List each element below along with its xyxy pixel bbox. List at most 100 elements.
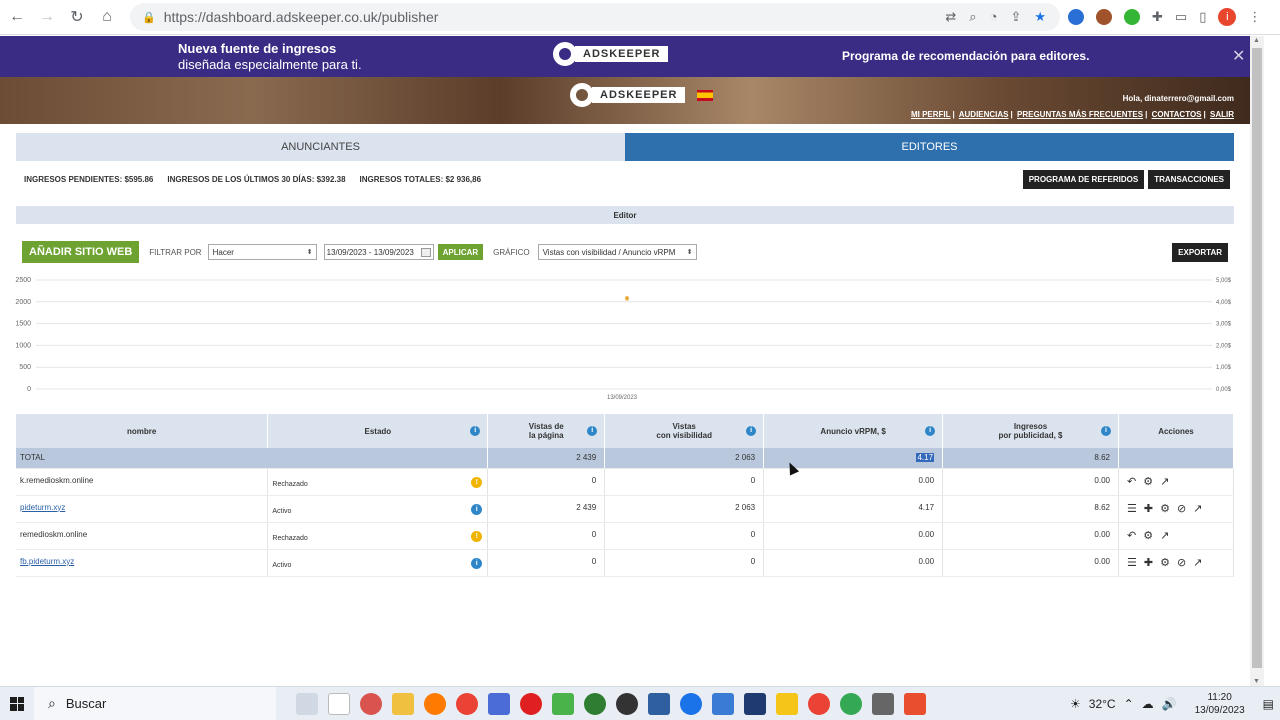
col-name[interactable]: nombre — [16, 414, 269, 448]
profile-avatar[interactable]: i — [1218, 8, 1237, 26]
url-text[interactable]: https://dashboard.adskeeper.co.uk/publis… — [164, 9, 946, 25]
gear-icon[interactable]: ⚙ — [1143, 476, 1153, 488]
gear-icon[interactable]: ⚙ — [1160, 557, 1170, 569]
home-icon[interactable]: ⌂ — [94, 4, 120, 30]
plus-icon[interactable]: ✚ — [1144, 503, 1153, 515]
app-icon[interactable] — [552, 692, 574, 715]
warning-icon[interactable]: ! — [471, 530, 483, 542]
calendar-icon[interactable] — [420, 247, 431, 257]
link-faq[interactable]: PREGUNTAS MÁS FRECUENTES — [1017, 110, 1143, 119]
notification-icon[interactable]: ▤ — [1263, 697, 1274, 711]
trend-icon[interactable]: ↗ — [1160, 476, 1169, 488]
close-icon[interactable]: ✕ — [1232, 46, 1245, 66]
cast-icon[interactable]: ▭ — [1175, 9, 1187, 25]
info-icon[interactable]: i — [1100, 426, 1111, 436]
info-icon[interactable]: i — [471, 557, 483, 569]
site-link[interactable]: pideturm.xyz — [20, 503, 65, 512]
back-icon[interactable]: ← — [4, 4, 30, 30]
col-state[interactable]: Estado i — [267, 414, 489, 448]
sidepanel-icon[interactable]: ▯ — [1199, 9, 1206, 25]
undo-icon[interactable]: ↶ — [1127, 530, 1136, 542]
clock[interactable]: 11:20 13/09/2023 — [1195, 691, 1245, 717]
address-bar[interactable]: 🔒 https://dashboard.adskeeper.co.uk/publ… — [130, 3, 1060, 31]
bookmark-star-icon[interactable]: ★ — [1034, 9, 1046, 25]
apply-button[interactable]: APLICAR — [437, 244, 484, 260]
block-icon[interactable]: ⊘ — [1177, 557, 1186, 569]
site-link[interactable]: fb.pideturm.xyz — [20, 557, 74, 566]
chart-select[interactable]: Vistas con visibilidad / Anuncio vRPM ⬍ — [537, 244, 697, 260]
col-vrpm[interactable]: Anuncio vRPM, $ i — [763, 414, 944, 448]
tab-publishers[interactable]: EDITORES — [625, 133, 1234, 161]
col-visible-views[interactable]: Vistas con visibilidad i — [604, 414, 765, 448]
add-site-button[interactable]: AÑADIR SITIO WEB — [22, 241, 140, 263]
trend-icon[interactable]: ↗ — [1160, 530, 1169, 542]
app-icon[interactable] — [616, 692, 638, 715]
warning-icon[interactable]: ! — [471, 476, 483, 488]
zoom-icon[interactable]: ⌕ — [969, 9, 976, 25]
col-views[interactable]: Vistas de la página i — [487, 414, 606, 448]
extension-icon[interactable] — [1124, 9, 1140, 25]
list-icon[interactable]: ☰ — [1127, 503, 1137, 515]
notepad-icon[interactable] — [328, 692, 350, 715]
volume-icon[interactable]: 🔊 — [1162, 697, 1177, 711]
site-logo[interactable]: ADSKEEPER — [570, 83, 714, 107]
app-icon[interactable] — [488, 692, 510, 715]
link-logout[interactable]: SALIR — [1210, 110, 1234, 119]
taskbar-search[interactable]: ⌕ Buscar — [34, 686, 276, 720]
export-button[interactable]: EXPORTAR — [1172, 242, 1228, 262]
app-icon[interactable] — [648, 692, 670, 715]
gear-icon[interactable]: ⚙ — [1160, 503, 1170, 515]
opera-icon[interactable] — [520, 692, 542, 715]
page-scrollbar[interactable]: ▲ ▼ — [1250, 36, 1264, 686]
firefox-icon[interactable] — [424, 692, 446, 715]
link-audiences[interactable]: AUDIENCIAS — [959, 110, 1009, 119]
info-icon[interactable]: i — [471, 503, 483, 515]
puzzle-icon[interactable]: ✚ — [1152, 9, 1163, 25]
gear-icon[interactable]: ⚙ — [1143, 530, 1153, 542]
app-icon[interactable] — [680, 692, 702, 715]
transactions-button[interactable]: TRANSACCIONES — [1148, 170, 1230, 189]
info-icon[interactable]: i — [587, 426, 598, 436]
link-contacts[interactable]: CONTACTOS — [1152, 110, 1202, 119]
tab-advertisers[interactable]: ANUNCIANTES — [16, 133, 625, 161]
performance-icon[interactable]: ◔ — [990, 9, 998, 25]
info-icon[interactable]: i — [470, 426, 481, 436]
filter-select[interactable]: Hacer ⬍ — [207, 244, 317, 260]
weather-icon[interactable]: ☀ — [1070, 697, 1081, 711]
app-icon[interactable] — [904, 692, 926, 715]
chrome-icon[interactable] — [360, 692, 382, 715]
app-icon[interactable] — [872, 692, 894, 715]
date-range-input[interactable]: 13/09/2023 - 13/09/2023 — [323, 244, 434, 260]
translate-icon[interactable]: ⇄ — [945, 9, 956, 25]
col-income[interactable]: Ingresos por publicidad, $ i — [942, 414, 1119, 448]
list-icon[interactable]: ☰ — [1127, 557, 1137, 569]
network-icon[interactable]: ☁ — [1142, 697, 1154, 711]
block-icon[interactable]: ⊘ — [1177, 503, 1186, 515]
app-icon[interactable] — [584, 692, 606, 715]
plus-icon[interactable]: ✚ — [1144, 557, 1153, 569]
info-icon[interactable]: i — [746, 426, 757, 436]
folder-icon[interactable] — [392, 692, 414, 715]
info-icon[interactable]: i — [925, 426, 936, 436]
extension-icon[interactable] — [1068, 9, 1084, 25]
chevron-up-icon[interactable]: ⌃ — [1124, 697, 1134, 711]
share-icon[interactable]: ⇪ — [1010, 9, 1021, 25]
undo-icon[interactable]: ↶ — [1127, 476, 1136, 488]
app-icon[interactable] — [744, 692, 766, 715]
scrollbar-thumb[interactable] — [1252, 48, 1262, 668]
windows-start-icon[interactable] — [0, 687, 34, 720]
task-view-icon[interactable] — [296, 692, 318, 715]
spain-flag-icon[interactable] — [697, 89, 714, 101]
trend-icon[interactable]: ↗ — [1193, 557, 1202, 569]
extension-icon[interactable] — [1096, 9, 1112, 25]
reload-icon[interactable]: ↻ — [64, 4, 90, 30]
forward-icon[interactable]: → — [34, 4, 60, 30]
trend-icon[interactable]: ↗ — [1193, 503, 1202, 515]
menu-icon[interactable]: ⋮ — [1248, 9, 1261, 25]
referrals-button[interactable]: PROGRAMA DE REFERIDOS — [1022, 170, 1145, 189]
app-icon[interactable] — [712, 692, 734, 715]
chrome-icon[interactable] — [808, 692, 830, 715]
chrome-icon[interactable] — [456, 692, 478, 715]
chrome-icon[interactable] — [840, 692, 862, 715]
link-my-profile[interactable]: MI PERFIL — [911, 110, 951, 119]
